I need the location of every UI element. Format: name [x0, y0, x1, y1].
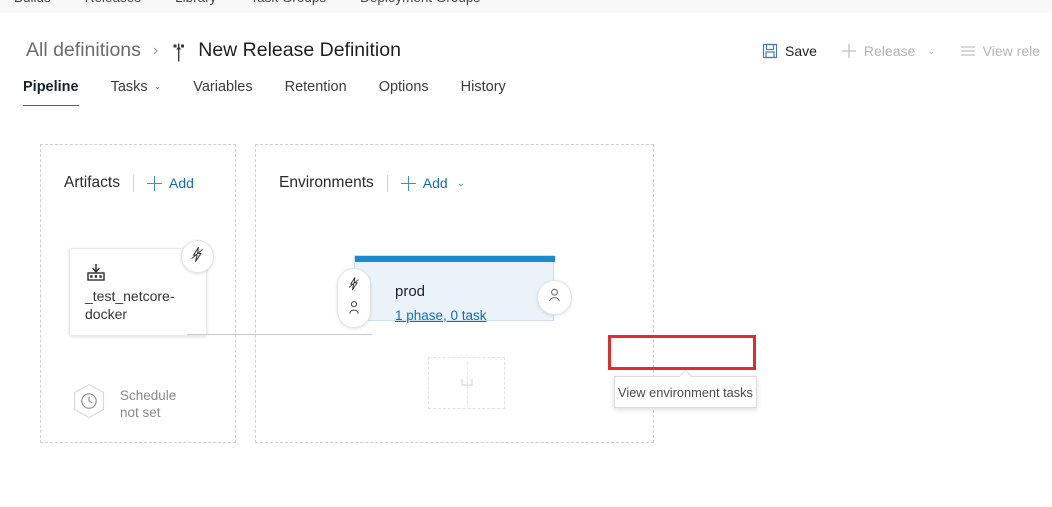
tab-tasks-label: Tasks — [110, 79, 148, 95]
add-artifact-label: Add — [168, 175, 194, 191]
chevron-down-icon[interactable]: ⌄ — [457, 178, 465, 189]
environments-panel-header: Environments Add ⌄ — [279, 174, 465, 192]
artifact-name: _test_netcore-docker — [85, 288, 175, 322]
save-button[interactable]: Save — [750, 39, 829, 63]
tab-variables-label: Variables — [193, 79, 253, 95]
tab-pipeline[interactable]: Pipeline — [23, 79, 95, 107]
artifacts-panel: Artifacts Add _test_netcore-docker Sched… — [40, 144, 236, 443]
global-nav-item-library[interactable]: Library — [175, 0, 216, 5]
environment-card-prod[interactable]: prod 1 phase, 0 task — [354, 255, 555, 323]
global-nav-item-task-groups[interactable]: Task Groups — [250, 0, 326, 5]
view-releases-button[interactable]: View rele — [948, 39, 1052, 63]
save-icon — [762, 43, 778, 59]
tab-history-label: History — [460, 79, 506, 95]
plus-icon — [146, 175, 162, 191]
tab-history[interactable]: History — [445, 79, 522, 106]
global-nav-item-deployment-groups[interactable]: Deployment Groups — [360, 0, 480, 5]
tab-variables[interactable]: Variables — [177, 79, 268, 106]
schedule-trigger[interactable]: Schedule not set — [72, 383, 176, 424]
tab-pipeline-label: Pipeline — [23, 79, 79, 95]
environments-panel: Environments Add ⌄ prod 1 phase, 0 task — [187, 144, 757, 443]
tooltip-arrow — [679, 370, 692, 377]
lightning-bolt-icon — [189, 246, 206, 268]
add-environment-label: Add — [422, 175, 448, 191]
lightning-bolt-icon — [346, 276, 362, 297]
pipeline-connector-line — [187, 334, 372, 335]
breadcrumb: All definitions › New Release Definition — [26, 39, 401, 62]
schedule-status: Schedule not set — [120, 387, 176, 421]
clock-hexagon-icon — [72, 383, 106, 424]
global-nav-item-builds[interactable]: Builds — [14, 0, 51, 5]
global-nav-item-releases[interactable]: Releases — [85, 0, 141, 5]
plus-icon — [400, 175, 416, 191]
page-header: All definitions › New Release Definition… — [0, 13, 1052, 65]
divider — [132, 174, 134, 192]
environments-title: Environments — [279, 174, 374, 191]
divider — [466, 362, 469, 404]
tab-retention-label: Retention — [284, 79, 347, 95]
post-deployment-conditions-button[interactable] — [537, 280, 572, 315]
tab-strip: Pipeline Tasks ⌄ Variables Retention Opt… — [0, 65, 1052, 107]
schedule-line-1: Schedule — [120, 387, 177, 403]
add-environment-button[interactable]: Add — [400, 175, 448, 191]
release-button[interactable]: Release ⌄ — [829, 39, 948, 63]
artifacts-panel-header: Artifacts Add — [64, 174, 194, 192]
annotation-highlight-rectangle — [608, 335, 756, 370]
tab-options-label: Options — [378, 79, 429, 95]
tab-tasks[interactable]: Tasks ⌄ — [95, 79, 178, 106]
add-environment-placeholder[interactable] — [428, 357, 505, 409]
environment-phases-link[interactable]: 1 phase, 0 task — [395, 308, 487, 323]
artifact-trigger-button[interactable] — [181, 240, 214, 273]
chevron-down-icon: ⌄ — [153, 80, 162, 91]
list-icon — [960, 43, 976, 59]
add-artifact-button[interactable]: Add — [146, 175, 194, 191]
artifacts-title: Artifacts — [64, 174, 120, 191]
person-icon — [546, 287, 563, 309]
tooltip-view-environment-tasks: View environment tasks — [614, 376, 757, 408]
build-artifact-icon — [86, 263, 106, 288]
page-title: New Release Definition — [198, 39, 401, 61]
divider — [386, 174, 388, 192]
environment-name: prod — [395, 283, 426, 300]
chevron-down-icon: ⌄ — [927, 45, 936, 57]
plus-icon — [841, 43, 857, 59]
breadcrumb-separator: › — [152, 41, 159, 59]
release-button-label: Release — [863, 43, 916, 59]
command-bar: Save Release ⌄ View rele — [750, 39, 1052, 63]
view-releases-label: View rele — [982, 43, 1040, 59]
environment-status-bar — [355, 256, 555, 262]
save-button-label: Save — [784, 43, 817, 59]
tab-options[interactable]: Options — [363, 79, 445, 106]
pipeline-canvas: Artifacts Add _test_netcore-docker Sched… — [0, 106, 1052, 507]
breadcrumb-all-definitions[interactable]: All definitions — [26, 39, 141, 62]
person-icon — [346, 300, 362, 321]
global-navigation-bar: Builds Releases Library Task Groups Depl… — [0, 0, 1052, 14]
pre-deployment-conditions-button[interactable] — [337, 268, 371, 328]
schedule-line-2: not set — [120, 404, 161, 420]
tab-retention[interactable]: Retention — [269, 79, 363, 106]
release-definition-icon — [170, 43, 188, 63]
tooltip-text: View environment tasks — [618, 384, 753, 400]
